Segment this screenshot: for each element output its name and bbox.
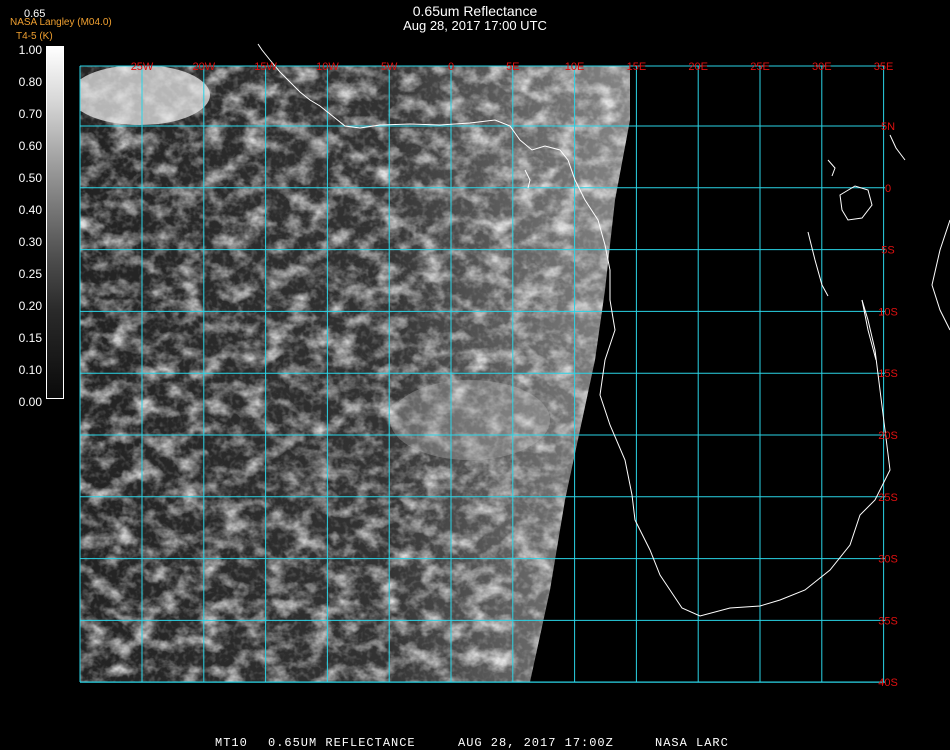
lat-label: 40S: [878, 677, 898, 689]
lon-label: 5W: [381, 61, 398, 73]
footer-org: NASA LARC: [655, 736, 729, 750]
lat-label: 20S: [878, 430, 898, 442]
lat-label: 10S: [878, 306, 898, 318]
lake-turkana: [827, 159, 836, 177]
lon-label: 10W: [316, 61, 339, 73]
lat-label: 5N: [881, 121, 895, 133]
lon-label: 25W: [131, 61, 154, 73]
lake-malawi: [861, 299, 877, 361]
footer-bar: MT10 0.65UM REFLECTANCE AUG 28, 2017 17:…: [0, 736, 950, 750]
lake-tanganyika: [807, 231, 829, 297]
lat-label: 15S: [878, 368, 898, 380]
lon-label: 35E: [874, 61, 894, 73]
lat-label: 25S: [878, 492, 898, 504]
lon-label: 0: [448, 61, 454, 73]
lon-label: 15W: [254, 61, 277, 73]
lon-label: 20W: [192, 61, 215, 73]
footer-product: 0.65UM REFLECTANCE: [268, 736, 416, 750]
lon-label: 10E: [565, 61, 585, 73]
satellite-map: 25W 20W 15W 10W 5W 0 5E 10E 15E 20E 25E 30E 35E 5N 0 5S…: [79, 43, 950, 689]
lat-label: 0: [885, 183, 891, 195]
lon-label: 30E: [812, 61, 832, 73]
lon-label: 5E: [506, 61, 519, 73]
lon-label: 20E: [688, 61, 708, 73]
lon-label: 25E: [750, 61, 770, 73]
lat-label: 30S: [878, 554, 898, 566]
coastline-gulf: [889, 134, 906, 161]
footer-datetime: AUG 28, 2017 17:00Z: [458, 736, 614, 750]
lat-label: 5S: [881, 245, 894, 257]
footer-sat: MT10: [215, 736, 248, 750]
coastline-east-africa: [931, 219, 950, 331]
lon-label: 15E: [627, 61, 647, 73]
lake-victoria: [839, 185, 873, 221]
lat-label: 35S: [878, 615, 898, 627]
satellite-imagery: [80, 66, 630, 682]
